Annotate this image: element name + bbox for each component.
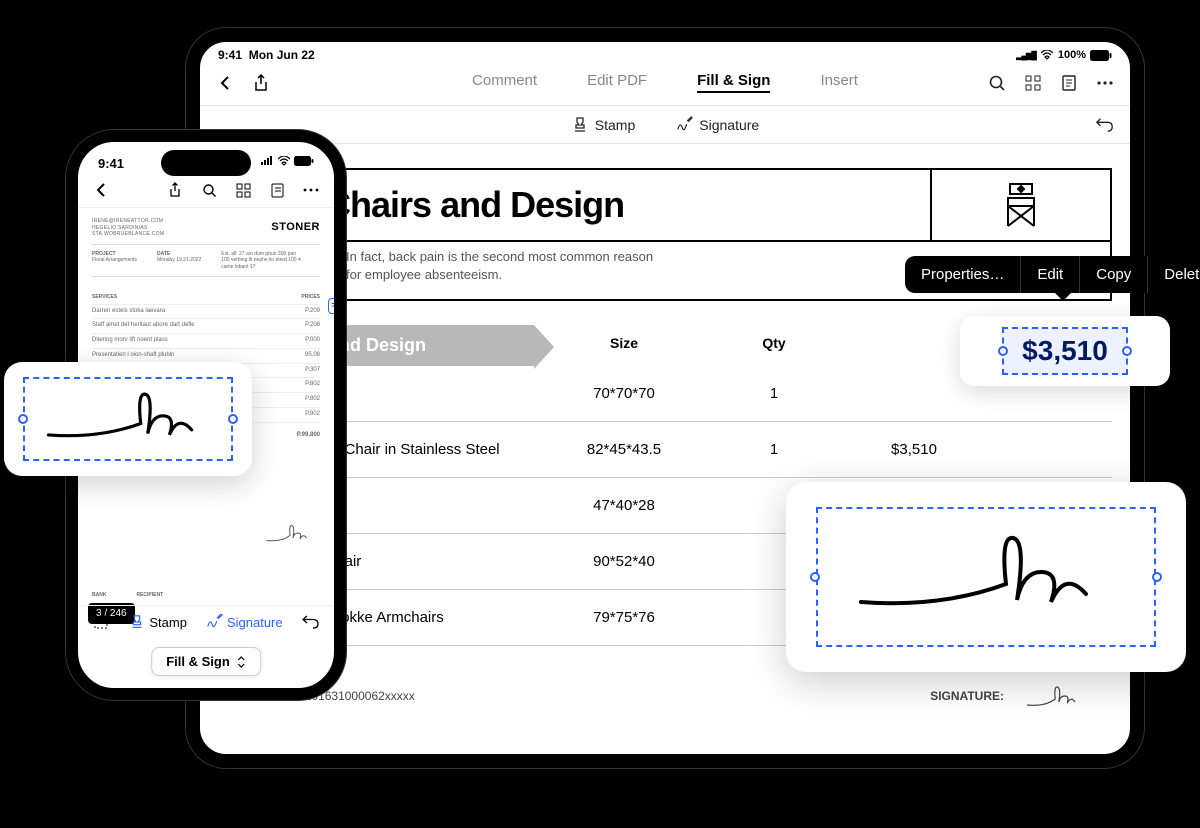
back-icon[interactable] <box>216 74 234 92</box>
resize-handle-left[interactable] <box>810 572 820 582</box>
status-left: 9:41 Mon Jun 22 <box>218 48 315 62</box>
tab-comment[interactable]: Comment <box>472 72 537 93</box>
search-icon[interactable] <box>200 181 218 199</box>
grid-icon[interactable] <box>1024 74 1042 92</box>
chevron-updown-icon <box>236 656 246 668</box>
signature-tool[interactable]: Signature <box>675 116 759 134</box>
iphone-toolbar: Stamp Signature <box>78 605 334 638</box>
doc-blurb-2: for employee absenteeism. <box>346 266 653 284</box>
ipad-subbar: Stamp Signature <box>200 106 1130 144</box>
doc-footer: IBAN: It28I9326201631000062xxxxx SIGNATU… <box>218 676 1084 716</box>
iphone-time: 9:41 <box>98 156 124 171</box>
mode-tabs: Comment Edit PDF Fill & Sign Insert <box>472 72 858 93</box>
signature-panel-large <box>786 482 1186 672</box>
signature-selected[interactable] <box>23 377 233 461</box>
menu-properties[interactable]: Properties… <box>905 256 1021 293</box>
price-input-selected[interactable]: $3,510 <box>1002 327 1128 375</box>
stamp-tool[interactable]: Stamp <box>571 116 635 134</box>
undo-icon[interactable] <box>1096 116 1114 134</box>
iphone-topbar <box>78 175 334 208</box>
cell-signal-icon <box>1016 49 1036 61</box>
price-field-popup: $3,510 <box>960 316 1170 386</box>
more-icon[interactable] <box>302 181 320 199</box>
signature-selected[interactable] <box>816 507 1156 647</box>
resize-handle-right[interactable] <box>228 414 238 424</box>
document-signature <box>1024 676 1084 716</box>
tab-fill-sign[interactable]: Fill & Sign <box>697 72 770 93</box>
stamp-tool[interactable]: Stamp <box>129 614 187 630</box>
search-icon[interactable] <box>988 74 1006 92</box>
resize-handle-left[interactable] <box>18 414 28 424</box>
notch <box>161 150 251 176</box>
tab-insert[interactable]: Insert <box>820 72 858 93</box>
more-icon[interactable] <box>1096 74 1114 92</box>
ipad-topbar: Comment Edit PDF Fill & Sign Insert <box>200 64 1130 106</box>
menu-delete[interactable]: Delete <box>1148 256 1200 293</box>
mode-pill[interactable]: Fill & Sign <box>151 647 261 676</box>
menu-copy[interactable]: Copy <box>1080 256 1148 293</box>
grid-icon[interactable] <box>234 181 252 199</box>
th-size: Size <box>534 325 714 366</box>
battery-icon <box>1090 50 1112 61</box>
signature-drawing <box>851 522 1121 632</box>
signature-label: SIGNATURE: <box>930 689 1004 703</box>
doc-blurb-1: In fact, back pain is the second most co… <box>346 248 653 266</box>
msg-badge[interactable]: = <box>328 298 340 314</box>
signature-drawing <box>38 384 218 454</box>
undo-icon[interactable] <box>302 613 320 631</box>
wifi-icon <box>1040 50 1054 60</box>
director-chair-icon <box>996 180 1046 230</box>
share-icon[interactable] <box>252 74 270 92</box>
status-time: 9:41 <box>218 48 242 62</box>
share-icon[interactable] <box>166 181 184 199</box>
battery-pct: 100% <box>1058 49 1086 61</box>
doc-logo <box>930 170 1110 240</box>
ipad-statusbar: 9:41 Mon Jun 22 100% <box>200 42 1130 64</box>
resize-handle-right[interactable] <box>1152 572 1162 582</box>
resize-handle-left[interactable] <box>998 346 1008 356</box>
context-menu: Properties… Edit Copy Delete <box>905 256 1200 293</box>
stamp-label: Stamp <box>595 117 635 133</box>
resize-handle-right[interactable] <box>1122 346 1132 356</box>
stamp-icon <box>129 614 145 630</box>
signature-icon <box>675 116 693 134</box>
iphone-status-icons <box>260 156 314 171</box>
signature-tool[interactable]: Signature <box>205 614 283 630</box>
th-qty: Qty <box>714 325 834 366</box>
brand-label: STONER <box>271 220 320 234</box>
status-right: 100% <box>1016 49 1112 61</box>
stamp-icon <box>571 116 589 134</box>
signature-panel-small <box>4 362 252 476</box>
signature-label: Signature <box>699 117 759 133</box>
page-view-icon[interactable] <box>268 181 286 199</box>
page-view-icon[interactable] <box>1060 74 1078 92</box>
select-rect-icon[interactable] <box>92 613 110 631</box>
tab-edit-pdf[interactable]: Edit PDF <box>587 72 647 93</box>
menu-edit[interactable]: Edit <box>1021 256 1080 293</box>
back-icon[interactable] <box>92 181 110 199</box>
iphone-doc-signature <box>264 518 314 548</box>
status-date: Mon Jun 22 <box>249 48 315 62</box>
signature-icon <box>205 614 223 630</box>
price-value: $3,510 <box>1022 335 1108 366</box>
